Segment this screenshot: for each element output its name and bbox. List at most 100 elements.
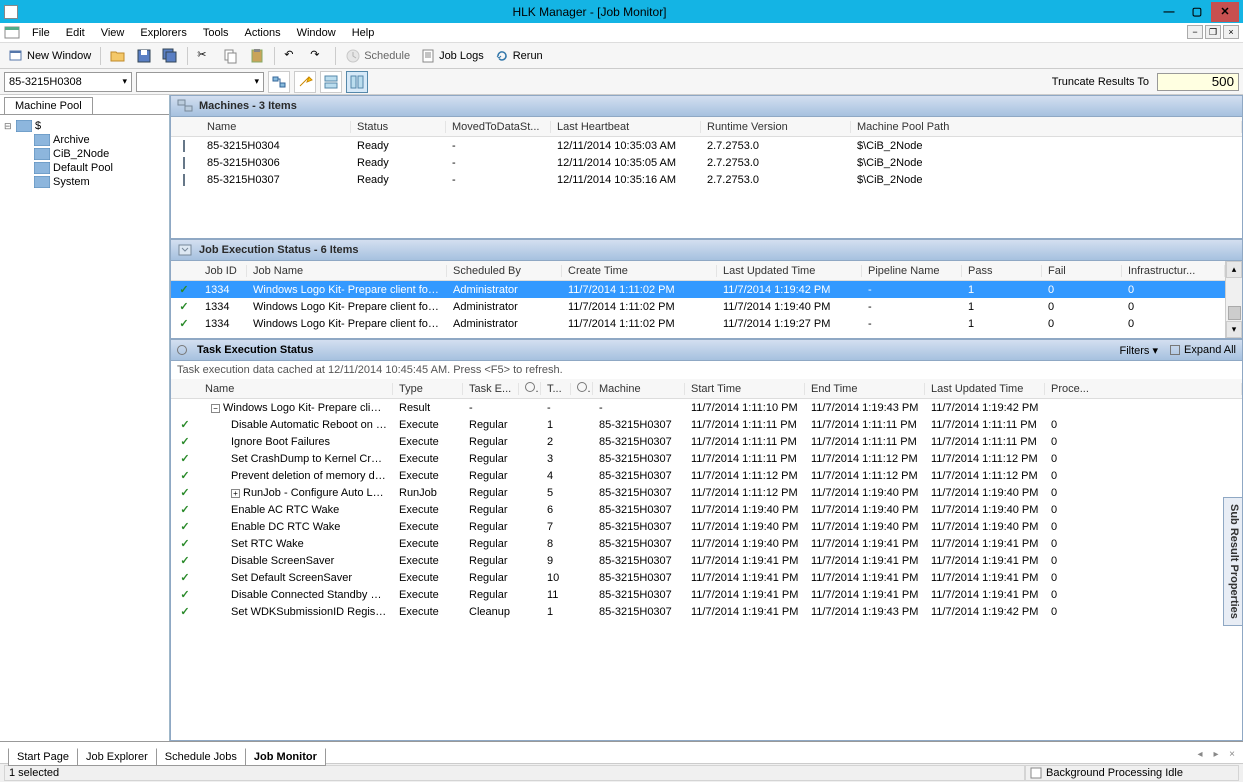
col-updated2[interactable]: Last Updated Time — [925, 383, 1045, 395]
collapse-icon[interactable]: ⊟ — [4, 121, 16, 132]
pool-combo[interactable]: ▾ — [136, 72, 264, 92]
task-row[interactable]: Prevent deletion of memory du...ExecuteR… — [171, 467, 1242, 484]
minimize-button[interactable]: — — [1155, 2, 1183, 22]
col-s1[interactable] — [519, 382, 541, 395]
task-row[interactable]: Disable Connected Standby on ...ExecuteR… — [171, 586, 1242, 603]
col-start[interactable]: Start Time — [685, 383, 805, 395]
col-t[interactable]: T... — [541, 383, 571, 395]
menu-actions[interactable]: Actions — [237, 25, 289, 41]
scroll-down-button[interactable]: ▾ — [1226, 321, 1242, 338]
redo-button[interactable]: ↷ — [306, 46, 330, 66]
tab-job-explorer[interactable]: Job Explorer — [77, 748, 157, 766]
jobs-scrollbar[interactable]: ▴ ▾ — [1225, 261, 1242, 338]
col-updated[interactable]: Last Updated Time — [717, 265, 862, 277]
machine-row[interactable]: 85-3215H0306Ready-12/11/2014 10:35:05 AM… — [171, 154, 1242, 171]
menu-explorers[interactable]: Explorers — [132, 25, 194, 41]
copy-button[interactable] — [219, 46, 243, 66]
col-status[interactable]: Status — [351, 121, 446, 133]
sub-result-properties-tab[interactable]: Sub Result Properties — [1223, 497, 1243, 626]
save-all-button[interactable] — [158, 46, 182, 66]
expand-all-checkbox[interactable]: Expand All — [1170, 344, 1236, 356]
task-row[interactable]: Disable Automatic Reboot on Bl...Execute… — [171, 416, 1242, 433]
job-row[interactable]: 1334Windows Logo Kit- Prepare client for… — [171, 298, 1225, 315]
col-taskname[interactable]: Name — [199, 383, 393, 395]
col-name[interactable]: Name — [201, 121, 351, 133]
action1-button[interactable] — [268, 71, 290, 93]
menu-window[interactable]: Window — [289, 25, 344, 41]
col-scheduledby[interactable]: Scheduled By — [447, 265, 562, 277]
tree-node-archive[interactable]: Archive — [22, 133, 165, 147]
task-row[interactable]: Enable AC RTC WakeExecuteRegular685-3215… — [171, 501, 1242, 518]
menu-help[interactable]: Help — [344, 25, 383, 41]
col-infra[interactable]: Infrastructur... — [1122, 265, 1225, 277]
tree-node-cib2node[interactable]: CiB_2Node — [22, 147, 165, 161]
col-jobname[interactable]: Job Name — [247, 265, 447, 277]
open-button[interactable] — [106, 46, 130, 66]
col-fail[interactable]: Fail — [1042, 265, 1122, 277]
controller-combo[interactable]: 85-3215H0308 ▾ — [4, 72, 132, 92]
filters-button[interactable]: Filters ▾ — [1119, 344, 1158, 357]
tab-close-button[interactable]: × — [1225, 749, 1239, 763]
job-row[interactable]: 1334Windows Logo Kit- Prepare client for… — [171, 281, 1225, 298]
task-group-row[interactable]: −Windows Logo Kit- Prepare client fo...R… — [171, 399, 1242, 416]
task-row[interactable]: Ignore Boot FailuresExecuteRegular285-32… — [171, 433, 1242, 450]
tree-node-defaultpool[interactable]: Default Pool — [22, 161, 165, 175]
menu-file[interactable]: File — [24, 25, 58, 41]
machine-pool-tab[interactable]: Machine Pool — [4, 97, 93, 114]
machine-row[interactable]: 85-3215H0304Ready-12/11/2014 10:35:03 AM… — [171, 137, 1242, 154]
truncate-input[interactable] — [1157, 73, 1239, 91]
job-logs-button[interactable]: Job Logs — [416, 46, 488, 66]
task-row[interactable]: Set RTC WakeExecuteRegular885-3215H03071… — [171, 535, 1242, 552]
maximize-button[interactable]: ▢ — [1183, 2, 1211, 22]
task-row[interactable]: Set WDKSubmissionID Registry...ExecuteCl… — [171, 603, 1242, 620]
action4-button[interactable] — [346, 71, 368, 93]
action2-button[interactable] — [294, 71, 316, 93]
rerun-button[interactable]: Rerun — [490, 46, 547, 66]
task-row[interactable]: Enable DC RTC WakeExecuteRegular785-3215… — [171, 518, 1242, 535]
task-row[interactable]: Disable ScreenSaverExecuteRegular985-321… — [171, 552, 1242, 569]
col-jobid[interactable]: Job ID — [199, 265, 247, 277]
action3-button[interactable] — [320, 71, 342, 93]
task-row[interactable]: Set Default ScreenSaverExecuteRegular108… — [171, 569, 1242, 586]
col-end[interactable]: End Time — [805, 383, 925, 395]
menu-edit[interactable]: Edit — [58, 25, 93, 41]
tab-schedule-jobs[interactable]: Schedule Jobs — [156, 748, 246, 766]
col-proce[interactable]: Proce... — [1045, 383, 1242, 395]
cut-button[interactable]: ✂ — [193, 46, 217, 66]
mdi-restore-button[interactable]: ❐ — [1205, 25, 1221, 39]
machine-row[interactable]: 85-3215H0307Ready-12/11/2014 10:35:16 AM… — [171, 171, 1242, 188]
tab-prev-button[interactable]: ◂ — [1193, 749, 1207, 763]
menu-view[interactable]: View — [93, 25, 133, 41]
tree-root[interactable]: ⊟ $ — [4, 119, 165, 133]
col-runtime[interactable]: Runtime Version — [701, 121, 851, 133]
col-pass[interactable]: Pass — [962, 265, 1042, 277]
collapse-icon[interactable]: − — [211, 404, 220, 413]
col-machine[interactable]: Machine — [593, 383, 685, 395]
col-poolpath[interactable]: Machine Pool Path — [851, 121, 1242, 133]
col-heartbeat[interactable]: Last Heartbeat — [551, 121, 701, 133]
close-button[interactable]: ✕ — [1211, 2, 1239, 22]
scroll-thumb[interactable] — [1228, 306, 1241, 320]
task-row[interactable]: +RunJob - Configure Auto LogonRunJobRegu… — [171, 484, 1242, 501]
job-row[interactable]: 1334Windows Logo Kit- Prepare client for… — [171, 315, 1225, 332]
schedule-button[interactable]: Schedule — [341, 46, 414, 66]
tab-start-page[interactable]: Start Page — [8, 748, 78, 766]
col-pipeline[interactable]: Pipeline Name — [862, 265, 962, 277]
undo-button[interactable]: ↶ — [280, 46, 304, 66]
col-createtime[interactable]: Create Time — [562, 265, 717, 277]
tab-job-monitor[interactable]: Job Monitor — [245, 748, 326, 766]
scroll-up-button[interactable]: ▴ — [1226, 261, 1242, 278]
col-taske[interactable]: Task E... — [463, 383, 519, 395]
save-button[interactable] — [132, 46, 156, 66]
col-moved[interactable]: MovedToDataSt... — [446, 121, 551, 133]
tab-next-button[interactable]: ▸ — [1209, 749, 1223, 763]
mdi-close-button[interactable]: × — [1223, 25, 1239, 39]
col-s2[interactable] — [571, 382, 593, 395]
menu-tools[interactable]: Tools — [195, 25, 237, 41]
expand-icon[interactable]: + — [231, 489, 240, 498]
mdi-minimize-button[interactable]: − — [1187, 25, 1203, 39]
new-window-button[interactable]: New Window — [4, 46, 95, 66]
paste-button[interactable] — [245, 46, 269, 66]
col-type[interactable]: Type — [393, 383, 463, 395]
tree-node-system[interactable]: System — [22, 175, 165, 189]
